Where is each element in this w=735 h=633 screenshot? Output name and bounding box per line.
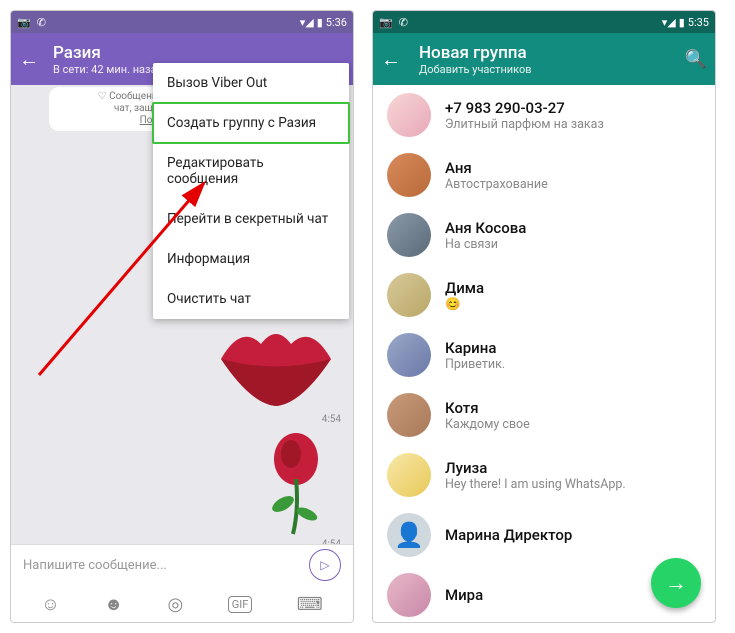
wifi-icon: ▾◢ — [300, 16, 314, 29]
contact-name: Луиза — [445, 459, 626, 477]
contact-row[interactable]: Аня КосоваНа связи — [373, 205, 715, 265]
new-group-header: ← Новая группа Добавить участников 🔍 — [373, 33, 715, 85]
emoji-icon[interactable]: ☺ — [41, 594, 59, 615]
input-bar: Напишите сообщение... ▷ ☺ ☻ ◎ GIF ⌨ — [11, 544, 353, 622]
last-seen: В сети: 42 мин. назад — [53, 63, 163, 76]
menu-item-info[interactable]: Информация — [153, 239, 349, 279]
avatar — [387, 93, 431, 137]
contact-status: На связи — [445, 237, 526, 252]
contact-row[interactable]: ЛуизаHey there! I am using WhatsApp. — [373, 445, 715, 505]
avatar — [387, 213, 431, 257]
contact-name: Дима — [445, 279, 484, 297]
contacts-list[interactable]: +7 983 290-03-27Элитный парфюм на заказ … — [373, 85, 715, 622]
camera-icon: 📷 — [17, 16, 31, 29]
avatar — [387, 453, 431, 497]
gif-icon[interactable]: GIF — [228, 596, 253, 613]
sticker-icon[interactable]: ☻ — [104, 594, 123, 615]
clock: 5:35 — [688, 16, 709, 29]
contact-row[interactable]: КаринаПриветик. — [373, 325, 715, 385]
contact-row[interactable]: АняАвтострахование — [373, 145, 715, 205]
contact-status: Элитный парфюм на заказ — [445, 117, 604, 132]
status-bar: 📷 ✆ ▾◢ ▮ 5:35 — [373, 11, 715, 33]
viber-phone: 📷 ✆ ▾◢ ▮ 5:36 ← Разия В сети: 42 мин. на… — [10, 10, 354, 623]
contact-name: Аня — [445, 159, 548, 177]
avatar — [387, 153, 431, 197]
back-icon[interactable]: ← — [19, 47, 43, 72]
whatsapp-phone: 📷 ✆ ▾◢ ▮ 5:35 ← Новая группа Добавить уч… — [372, 10, 716, 623]
rose-sticker — [251, 429, 341, 539]
contact-name: Мира — [445, 586, 483, 604]
send-button[interactable]: ▷ — [309, 549, 341, 581]
clock: 5:36 — [326, 16, 347, 29]
header-subtitle: Добавить участников — [419, 63, 532, 76]
contact-status: Приветик. — [445, 357, 505, 372]
lips-sticker — [211, 314, 341, 414]
wifi-icon: ▾◢ — [662, 16, 676, 29]
chat-area: ♡ Сообщения, котор чат, защищен По Вызов… — [11, 85, 353, 544]
battery-icon: ▮ — [317, 16, 323, 29]
contact-status: Автострахование — [445, 177, 548, 192]
contact-status: Каждому свое — [445, 417, 530, 432]
battery-icon: ▮ — [679, 16, 685, 29]
avatar: 👤 — [387, 513, 431, 557]
keyboard-icon[interactable]: ⌨ — [297, 594, 323, 615]
context-menu: Вызов Viber Out Создать группу с Разия Р… — [153, 63, 349, 319]
status-bar: 📷 ✆ ▾◢ ▮ 5:36 — [11, 11, 353, 33]
back-icon[interactable]: ← — [381, 47, 405, 72]
contact-name: Марина Директор — [445, 526, 572, 544]
menu-item-viber-out[interactable]: Вызов Viber Out — [153, 63, 349, 103]
contact-name: Котя — [445, 399, 530, 417]
contact-name: +7 983 290-03-27 — [445, 99, 604, 117]
contact-status: Hey there! I am using WhatsApp. — [445, 477, 626, 492]
contact-name: Карина — [445, 339, 505, 357]
avatar — [387, 573, 431, 617]
menu-item-secret-chat[interactable]: Перейти в секретный чат — [153, 199, 349, 239]
contact-row[interactable]: 👤 Марина Директор — [373, 505, 715, 565]
menu-item-clear-chat[interactable]: Очистить чат — [153, 279, 349, 319]
avatar — [387, 273, 431, 317]
chat-title: Разия — [53, 43, 163, 63]
avatar — [387, 393, 431, 437]
contact-status: 😊 — [445, 297, 484, 312]
contact-row[interactable]: +7 983 290-03-27Элитный парфюм на заказ — [373, 85, 715, 145]
message-input[interactable]: Напишите сообщение... — [23, 558, 167, 573]
next-fab-button[interactable]: → — [651, 558, 701, 608]
header-title: Новая группа — [419, 43, 532, 63]
contact-row[interactable]: КотяКаждому свое — [373, 385, 715, 445]
avatar — [387, 333, 431, 377]
whatsapp-icon: ✆ — [399, 16, 408, 29]
contact-row[interactable]: Дима😊 — [373, 265, 715, 325]
camera-icon: 📷 — [379, 16, 393, 29]
message-timestamp: 4:54 — [11, 414, 353, 425]
whatsapp-icon: ✆ — [37, 16, 46, 29]
menu-item-edit-messages[interactable]: Редактировать сообщения — [153, 143, 349, 199]
contact-name: Аня Косова — [445, 219, 526, 237]
search-icon[interactable]: 🔍 — [685, 49, 707, 70]
menu-item-create-group[interactable]: Создать группу с Разия — [152, 102, 350, 144]
camera-icon[interactable]: ◎ — [168, 594, 184, 615]
